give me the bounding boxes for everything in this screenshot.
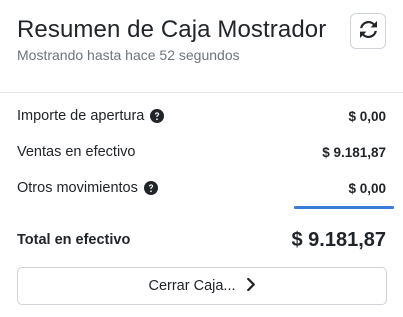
total-cash-label: Total en efectivo — [17, 232, 131, 248]
question-circle-icon[interactable] — [143, 181, 158, 195]
refresh-icon — [359, 20, 377, 41]
sum-divider — [17, 206, 394, 214]
refresh-button[interactable] — [350, 13, 386, 49]
cash-sales-value: $ 9.181,87 — [322, 144, 386, 160]
other-movements-value: $ 0,00 — [348, 180, 386, 196]
summary-rows: Importe de apertura $ 0,00 Ventas en efe… — [17, 93, 394, 254]
close-register-button[interactable]: Cerrar Caja... — [17, 267, 387, 305]
page-title: Resumen de Caja Mostrador — [17, 16, 327, 43]
other-movements-label: Otros movimientos — [17, 180, 138, 196]
opening-amount-label: Importe de apertura — [17, 108, 145, 124]
opening-amount-value: $ 0,00 — [348, 108, 386, 124]
chevron-right-icon — [246, 277, 256, 295]
row-total-cash: Total en efectivo $ 9.181,87 — [17, 226, 386, 254]
total-cash-value: $ 9.181,87 — [291, 228, 386, 251]
row-other-movements: Otros movimientos $ 0,00 — [17, 170, 386, 206]
row-opening-amount: Importe de apertura $ 0,00 — [17, 98, 386, 134]
row-cash-sales: Ventas en efectivo $ 9.181,87 — [17, 134, 386, 170]
close-register-label: Cerrar Caja... — [148, 278, 236, 294]
question-circle-icon[interactable] — [150, 109, 165, 123]
last-updated-text: Mostrando hasta hace 52 segundos — [17, 47, 240, 63]
cash-summary-card: Resumen de Caja Mostrador Mostrando hast… — [0, 0, 403, 317]
cash-sales-label: Ventas en efectivo — [17, 144, 136, 160]
card-header: Resumen de Caja Mostrador Mostrando hast… — [0, 0, 403, 93]
